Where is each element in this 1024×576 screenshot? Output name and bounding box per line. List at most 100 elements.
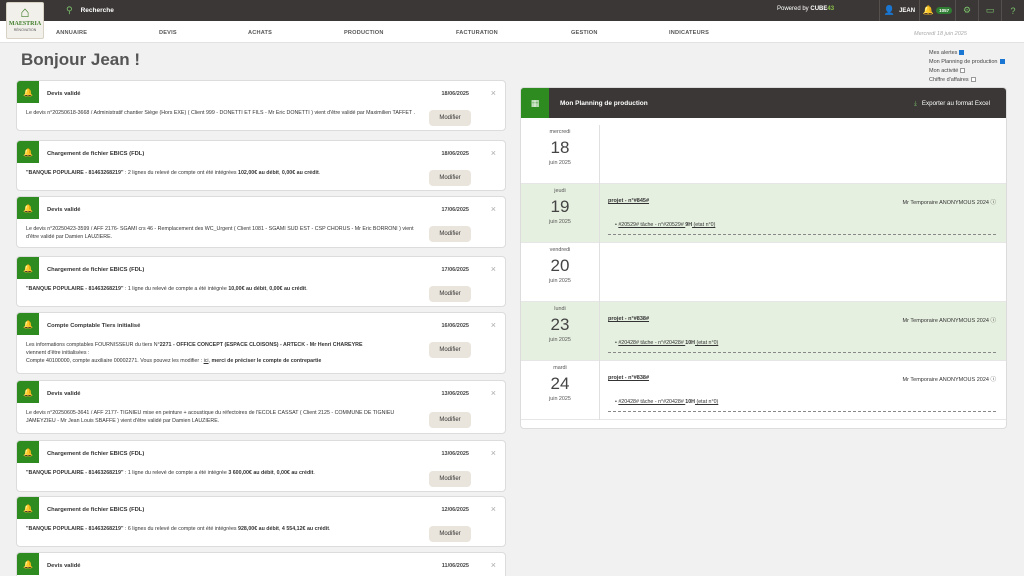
option-label: Mes alertes	[929, 50, 958, 56]
nav-facturation[interactable]: FACTURATION	[456, 30, 498, 36]
notification-count: 1057	[936, 7, 953, 14]
logo-subtext: RÉNOVATION	[13, 28, 37, 32]
help-icon: ?	[1010, 5, 1016, 16]
weekday: vendredi	[549, 247, 571, 253]
day-number: 23	[550, 315, 570, 334]
modify-button[interactable]: Modifier	[429, 286, 471, 302]
period: .	[306, 286, 308, 292]
bell-icon: 🔔	[17, 553, 39, 575]
user-name: JEAN	[899, 7, 916, 14]
task-link[interactable]: #20428# tâche - n°#20428#	[618, 340, 685, 346]
nav-annuaire[interactable]: ANNUAIRE	[56, 30, 87, 36]
divider	[608, 352, 996, 353]
nav-gestion[interactable]: GESTION	[571, 30, 598, 36]
divider	[608, 234, 996, 235]
divider	[608, 411, 996, 412]
notifications-button[interactable]: 🔔 1057	[919, 0, 955, 21]
day-label: lundi 23 juin 2025	[521, 302, 600, 361]
dashboard-options: Mes alertes Mon Planning de production M…	[929, 49, 1005, 85]
month: juin 2025	[549, 396, 571, 402]
task-hours: 9H	[685, 222, 693, 228]
alert-text: Compte 40100000, compte auxiliaire 00002…	[26, 358, 204, 364]
month: juin 2025	[549, 278, 571, 284]
modify-button[interactable]: Modifier	[429, 342, 471, 358]
nav-indicateurs[interactable]: INDICATEURS	[669, 30, 709, 36]
debit-amount: 928,00€ au débit	[238, 526, 279, 532]
company-logo[interactable]: ⌂ MAESTRIA RÉNOVATION	[6, 2, 44, 39]
credit-amount: 4 554,12€ au crédit	[281, 526, 330, 532]
alert-text: Les informations comptables FOURNISSEUR …	[26, 342, 160, 348]
task-item[interactable]: • #20529# tâche - n°#20529# 9H (etat n°0…	[615, 222, 715, 228]
task-item[interactable]: • #20428# tâche - n°#20428# 10H (etat n°…	[615, 399, 718, 405]
account-name: "BANQUE POPULAIRE - 81463268219"	[26, 286, 124, 292]
close-icon[interactable]: ×	[491, 320, 496, 330]
close-icon[interactable]: ×	[491, 504, 496, 514]
bell-icon: 🔔	[922, 5, 935, 15]
alert-title: Chargement de fichier EBICS (FDL)	[47, 451, 145, 457]
alert-note: merci de préciser le compte de contrepar…	[211, 358, 322, 364]
planning-day: mardi 24 juin 2025 projet - n°#838# Mr T…	[521, 361, 1006, 420]
option-label: Chiffre d'affaires	[929, 77, 969, 83]
option-planning[interactable]: Mon Planning de production	[929, 58, 1005, 67]
close-icon[interactable]: ×	[491, 448, 496, 458]
alert-text: : 1 ligne du relevé de compte a été inté…	[123, 470, 229, 476]
alert-card: 🔔 Devis validé 18/06/2025 × Le devis n°2…	[16, 80, 506, 131]
modify-button[interactable]: Modifier	[429, 226, 471, 242]
alert-card: 🔔 Chargement de fichier EBICS (FDL) 17/0…	[16, 256, 506, 307]
modify-button[interactable]: Modifier	[429, 471, 471, 487]
modify-button[interactable]: Modifier	[429, 170, 471, 186]
export-excel-button[interactable]: ⤓ Exporter au format Excel	[914, 100, 990, 108]
bell-icon: 🔔	[17, 313, 39, 335]
alert-title: Compte Comptable Tiers initialisé	[47, 323, 141, 329]
user-menu[interactable]: 👤 JEAN	[879, 0, 919, 21]
modify-button[interactable]: Modifier	[429, 412, 471, 428]
close-icon[interactable]: ×	[491, 388, 496, 398]
alert-card: 🔔 Devis validé 11/06/2025 ×	[16, 552, 506, 576]
task-item[interactable]: • #20428# tâche - n°#20428# 10H (etat n°…	[615, 340, 718, 346]
close-icon[interactable]: ×	[491, 148, 496, 158]
task-state: (etat n°0)	[694, 340, 719, 346]
debit-amount: 3 600,00€ au débit	[228, 470, 274, 476]
info-icon[interactable]: ⓘ	[990, 377, 996, 383]
search-box[interactable]: ⚲ Recherche	[66, 5, 114, 16]
option-revenue[interactable]: Chiffre d'affaires	[929, 76, 1005, 85]
info-icon[interactable]: ⓘ	[990, 318, 996, 324]
task-link[interactable]: #20529# tâche - n°#20529#	[618, 222, 685, 228]
folder-button[interactable]: ▭	[978, 0, 1001, 21]
project-link[interactable]: projet - n°#845#	[608, 198, 649, 204]
current-date: Mercredi 18 juin 2025	[914, 31, 967, 37]
alert-body: "BANQUE POPULAIRE - 81463268219" : 1 lig…	[26, 285, 421, 293]
day-label: jeudi 19 juin 2025	[521, 184, 600, 243]
modify-button[interactable]: Modifier	[429, 110, 471, 126]
checkbox-revenue[interactable]	[970, 77, 976, 82]
modify-button[interactable]: Modifier	[429, 526, 471, 542]
task-link[interactable]: #20428# tâche - n°#20428#	[618, 399, 685, 405]
debit-amount: 10,00€ au débit	[228, 286, 267, 292]
nav-achats[interactable]: ACHATS	[248, 30, 272, 36]
nav-production[interactable]: PRODUCTION	[344, 30, 384, 36]
project-owner: Mr Temporaire ANONYMOUS 2024 ⓘ	[903, 316, 996, 324]
project-link[interactable]: projet - n°#838#	[608, 316, 649, 322]
option-activity[interactable]: Mon activité	[929, 67, 1005, 76]
bell-icon: 🔔	[17, 141, 39, 163]
info-icon[interactable]: ⓘ	[990, 200, 996, 206]
alert-text: viennent d'être initialisées :	[26, 350, 90, 356]
day-label: mercredi 18 juin 2025	[521, 125, 600, 184]
settings-button[interactable]: ⚙	[955, 0, 978, 21]
close-icon[interactable]: ×	[491, 264, 496, 274]
nav-devis[interactable]: DEVIS	[159, 30, 177, 36]
credit-amount: 0,00€ au crédit	[269, 286, 307, 292]
help-button[interactable]: ?	[1001, 0, 1024, 21]
close-icon[interactable]: ×	[491, 560, 496, 570]
bell-icon: 🔔	[17, 257, 39, 279]
alert-title: Devis validé	[47, 91, 81, 97]
checkbox-activity[interactable]	[960, 68, 966, 73]
checkbox-planning[interactable]	[999, 59, 1005, 64]
alert-body: Le devis n°20250605-3641 / AFF 2177- TIG…	[26, 410, 395, 424]
day-number: 19	[550, 197, 570, 216]
project-link[interactable]: projet - n°#838#	[608, 375, 649, 381]
option-alerts[interactable]: Mes alertes	[929, 49, 1005, 58]
close-icon[interactable]: ×	[491, 88, 496, 98]
close-icon[interactable]: ×	[491, 204, 496, 214]
checkbox-alerts[interactable]	[959, 50, 965, 55]
